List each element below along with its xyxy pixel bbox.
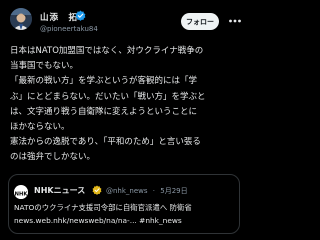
quoted-line[interactable]: news.web.nhk/newsweb/na/na-... #nhk_news (14, 214, 192, 227)
post-line: ほかならない。 (10, 122, 70, 133)
author-handle[interactable]: @pioneertaku84 (40, 25, 98, 33)
verified-org-badge-icon (92, 185, 102, 195)
more-icon[interactable] (228, 14, 242, 28)
verified-badge-icon (75, 10, 86, 21)
quoted-post-date[interactable]: 5月29日 (160, 187, 187, 195)
post-line: 憲法からの逸脱であり、「平和のため」と言い張る (10, 137, 201, 148)
svg-text:NHK: NHK (15, 191, 28, 197)
post-text: 日本はNATO加盟国ではなく、対ウクライナ戦争の 当事国でもない。 「最新の戦い… (10, 44, 242, 166)
quoted-author-name[interactable]: NHKニュース (34, 185, 85, 196)
post-line: ぶ」にとどまらない。だいたい「戦い方」を学ぶと (10, 91, 206, 102)
post-line: は、文字通り戦う自衛隊に変えようということに (10, 106, 198, 117)
author-display-name[interactable]: 山添 拓 (40, 11, 78, 23)
post-line: 日本はNATO加盟国ではなく、対ウクライナ戦争の (10, 46, 204, 56)
meta-separator: · (152, 187, 156, 195)
quoted-author-avatar[interactable]: NHK (14, 185, 28, 199)
post-line: のは強弁でしかない。 (10, 152, 96, 163)
post-line: 当事国でもない。 (10, 61, 79, 72)
post-line: 「最新の戦い方」を学ぶというが客観的には「学 (10, 76, 198, 87)
follow-button[interactable]: フォロー (181, 13, 219, 30)
author-avatar[interactable] (10, 8, 32, 30)
quoted-post-meta: @nhk_news · 5月29日 (106, 186, 191, 196)
quoted-line: NATOのウクライナ支援司令部に自衛官派遣へ 防衛省 (14, 203, 192, 212)
quoted-post-text: NATOのウクライナ支援司令部に自衛官派遣へ 防衛省 news.web.nhk/… (14, 201, 192, 227)
quoted-author-handle[interactable]: @nhk_news (106, 187, 148, 195)
